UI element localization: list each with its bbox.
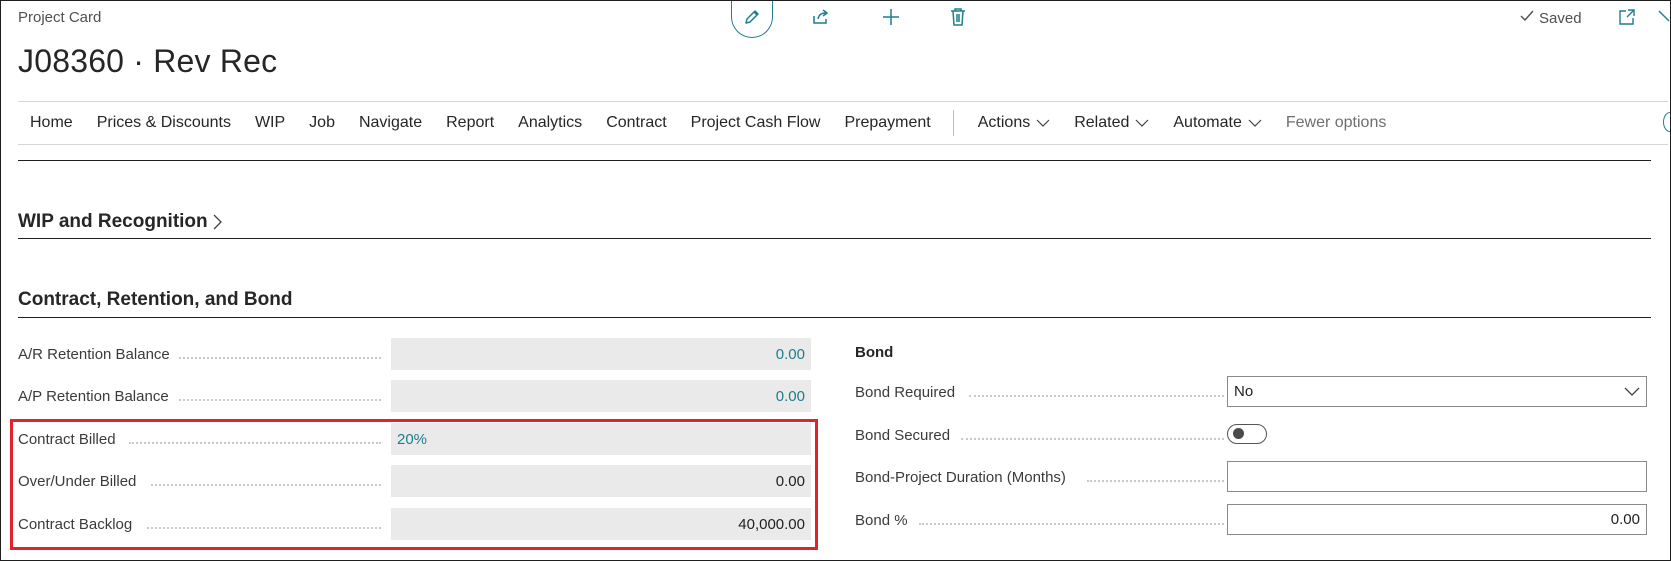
bond-duration-label: Bond-Project Duration (Months) [855, 469, 1066, 486]
nav-contract[interactable]: Contract [606, 114, 666, 132]
nav-automate-label: Automate [1173, 114, 1242, 131]
over-under-billed-label: Over/Under Billed [18, 473, 137, 490]
nav-report[interactable]: Report [446, 114, 494, 132]
search-icon[interactable] [1663, 112, 1670, 132]
share-icon [811, 7, 831, 32]
contract-billed-value[interactable]: 20% [391, 423, 811, 455]
checkmark-icon [1519, 9, 1535, 27]
chevron-down-icon [1624, 387, 1640, 396]
section-divider [18, 160, 1651, 161]
bond-duration-input[interactable] [1227, 461, 1647, 492]
edit-icon [742, 7, 762, 32]
toggle-knob [1233, 428, 1244, 439]
nav-analytics[interactable]: Analytics [518, 114, 582, 132]
nav-related-label: Related [1074, 114, 1130, 131]
nav-actions-menu[interactable]: Actions [978, 114, 1050, 132]
nav-home[interactable]: Home [30, 114, 73, 132]
nav-wip[interactable]: WIP [255, 114, 285, 132]
contract-backlog-label: Contract Backlog [18, 516, 133, 533]
edit-button[interactable] [731, 1, 773, 38]
collapse-button[interactable] [1655, 7, 1670, 31]
nav-navigate[interactable]: Navigate [359, 114, 422, 132]
saved-label: Saved [1539, 9, 1582, 27]
delete-icon [949, 7, 967, 32]
breadcrumb: Project Card [18, 9, 102, 26]
wip-section-title: WIP and Recognition [18, 211, 208, 232]
bond-secured-toggle[interactable] [1227, 424, 1267, 444]
nav-prices-discounts[interactable]: Prices & Discounts [97, 114, 231, 132]
chevron-right-icon [213, 214, 222, 230]
bond-required-select[interactable]: No [1227, 376, 1647, 407]
share-button[interactable] [809, 7, 833, 31]
contract-billed-label: Contract Billed [18, 431, 116, 448]
field-leader [179, 399, 381, 401]
section-divider [18, 238, 1651, 239]
field-leader [1087, 480, 1224, 482]
nav-job[interactable]: Job [309, 114, 335, 132]
page-frame: Project Card J08360 · Rev Rec Saved Home… [0, 0, 1671, 561]
field-leader [179, 357, 381, 359]
ar-retention-label: A/R Retention Balance [18, 346, 170, 363]
add-icon [881, 7, 901, 32]
field-leader [969, 395, 1224, 397]
ar-retention-value[interactable]: 0.00 [391, 338, 811, 370]
open-new-window-icon [1618, 8, 1636, 31]
open-new-window-button[interactable] [1615, 7, 1639, 31]
field-leader [147, 527, 381, 529]
wip-section-header[interactable]: WIP and Recognition [18, 211, 224, 233]
chevron-down-icon [1248, 119, 1262, 127]
bond-required-value: No [1234, 383, 1254, 400]
over-under-billed-value[interactable]: 0.00 [391, 465, 811, 497]
saved-status: Saved [1519, 9, 1582, 27]
nav-divider [952, 110, 954, 136]
contract-backlog-value[interactable]: 40,000.00 [391, 508, 811, 540]
nav-prepayment[interactable]: Prepayment [844, 114, 930, 132]
nav-related-menu[interactable]: Related [1074, 114, 1149, 132]
field-leader [919, 523, 1224, 525]
contract-section-title: Contract, Retention, and Bond [18, 289, 293, 310]
field-leader [151, 484, 381, 486]
bond-required-label: Bond Required [855, 384, 956, 401]
bond-secured-label: Bond Secured [855, 427, 951, 444]
ap-retention-label: A/P Retention Balance [18, 388, 169, 405]
field-leader [961, 438, 1224, 440]
bond-heading: Bond [855, 344, 894, 361]
nav-project-cash-flow[interactable]: Project Cash Flow [691, 114, 821, 132]
bond-percent-label: Bond % [855, 512, 908, 529]
ap-retention-value[interactable]: 0.00 [391, 380, 811, 412]
chevron-down-icon [1135, 119, 1149, 127]
nav-automate-menu[interactable]: Automate [1173, 114, 1262, 132]
field-leader [129, 442, 381, 444]
chevron-down-icon [1036, 119, 1050, 127]
collapse-icon [1655, 8, 1670, 31]
fewer-options-button[interactable]: Fewer options [1286, 114, 1387, 132]
page-title: J08360 · Rev Rec [18, 43, 278, 79]
new-button[interactable] [879, 7, 903, 31]
nav-actions-label: Actions [977, 114, 1031, 131]
delete-button[interactable] [946, 7, 970, 31]
bond-percent-input[interactable]: 0.00 [1227, 504, 1647, 535]
action-bar: Home Prices & Discounts WIP Job Navigate… [18, 101, 1668, 145]
section-divider [18, 317, 1651, 318]
